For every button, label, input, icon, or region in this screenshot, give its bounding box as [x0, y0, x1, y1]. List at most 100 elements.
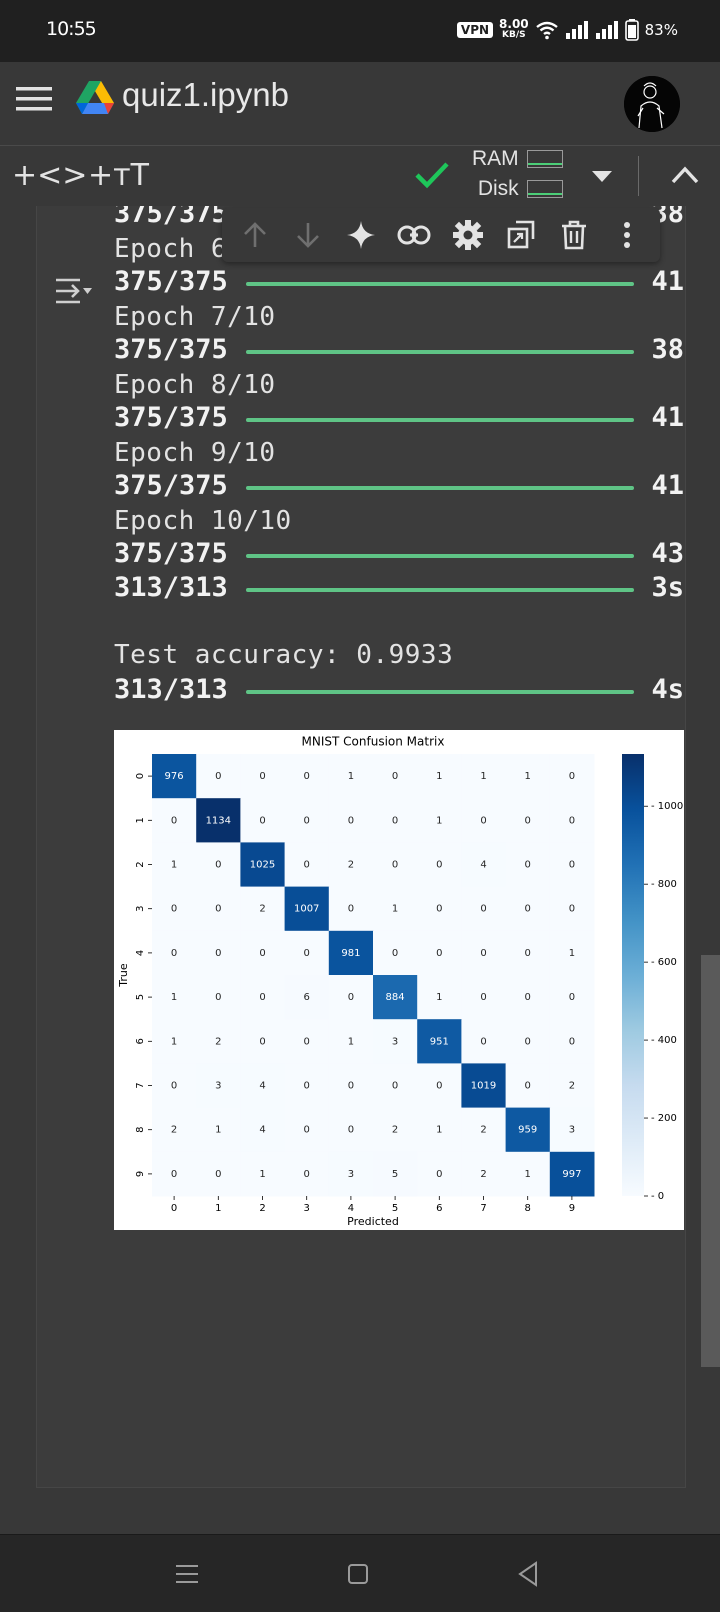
cell-value: 4 — [480, 860, 486, 871]
cell-value: 1 — [348, 1036, 354, 1047]
cell-value: 0 — [259, 1036, 265, 1047]
cell-value: 976 — [165, 771, 184, 782]
cell-value: 0 — [304, 1169, 310, 1180]
home-icon[interactable] — [341, 1557, 375, 1591]
system-nav-bar — [0, 1534, 720, 1612]
colorbar-tick-label: - 0 — [651, 1191, 664, 1202]
progress-line: 375/375 41 — [114, 470, 684, 504]
link-button[interactable] — [394, 215, 434, 255]
cell-value: 0 — [436, 904, 442, 915]
x-tick-label: 7 — [480, 1203, 486, 1214]
cell-value: 997 — [562, 1169, 581, 1180]
caret-down-icon[interactable] — [590, 168, 614, 184]
cell-value: 0 — [480, 815, 486, 826]
more-options-button[interactable] — [607, 215, 647, 255]
cell-value: 1 — [525, 1169, 531, 1180]
cell-value: 0 — [480, 948, 486, 959]
mirror-cell-button[interactable] — [501, 215, 541, 255]
network-speed: 8.00 KB/S — [499, 18, 529, 41]
recent-apps-icon[interactable] — [170, 1557, 204, 1591]
colorbar — [622, 754, 644, 1196]
menu-icon[interactable] — [16, 84, 52, 114]
confusion-matrix-chart: MNIST Confusion Matrix976 0 0 0 1 0 1 1 1 00 1134 0… — [117, 735, 683, 1229]
x-tick-label: 3 — [304, 1203, 310, 1214]
cell-value: 0 — [569, 992, 575, 1003]
cell-value: 0 — [304, 948, 310, 959]
cell-value: 0 — [171, 904, 177, 915]
progress-line: 313/313 4s — [114, 674, 684, 708]
cell-value: 0 — [171, 815, 177, 826]
move-down-button[interactable] — [288, 215, 328, 255]
progress-line: 375/375 41 — [114, 402, 684, 436]
gemini-button[interactable] — [341, 215, 381, 255]
avatar[interactable] — [624, 76, 680, 132]
y-tick-label: 5 — [135, 994, 146, 1000]
cell-value: 2 — [259, 904, 265, 915]
cell-value: 3 — [215, 1081, 221, 1092]
notebook-title[interactable]: quiz1.ipynb — [122, 76, 289, 114]
vertical-scrollbar[interactable] — [701, 955, 720, 1367]
progress-label: 375/375 — [114, 266, 228, 297]
trash-icon — [562, 220, 587, 250]
arrow-up-icon — [243, 222, 266, 247]
cell-value: 2 — [392, 1125, 398, 1136]
progress-bar — [246, 690, 634, 694]
cell-value: 2 — [569, 1081, 575, 1092]
back-icon[interactable] — [512, 1557, 546, 1591]
output-text-line: Epoch 9/10 — [114, 438, 276, 468]
app-header: quiz1.ipynb — [0, 62, 720, 146]
chevron-up-icon[interactable] — [670, 164, 700, 186]
cell-value: 0 — [525, 1036, 531, 1047]
notebook-content[interactable]: 375/375 38 Epoch 6/10 375/375 41 Epoch 7/10 37… — [0, 206, 720, 1534]
cell-value: 1 — [171, 1036, 177, 1047]
disk-label: Disk — [477, 177, 519, 200]
cell-value: 0 — [348, 904, 354, 915]
y-tick-label: 8 — [135, 1127, 146, 1133]
arrow-down-icon — [296, 223, 319, 248]
x-tick-label: 8 — [525, 1203, 531, 1214]
cell-value: 0 — [215, 1169, 221, 1180]
cell-value: 4 — [259, 1125, 265, 1136]
y-tick-label: 0 — [135, 773, 146, 779]
battery-percent: 83% — [644, 21, 678, 39]
output-text-line: Epoch 10/10 — [114, 506, 292, 536]
cell-value: 3 — [569, 1125, 575, 1136]
google-drive-icon — [76, 81, 114, 114]
y-tick-label: 1 — [135, 817, 146, 823]
colorbar-tick-label: - 600 — [651, 957, 677, 968]
cell-value: 959 — [518, 1125, 537, 1136]
cell-value: 0 — [215, 992, 221, 1003]
delete-cell-button[interactable] — [554, 215, 594, 255]
move-up-button[interactable] — [235, 215, 275, 255]
resource-indicator[interactable]: RAM Disk — [472, 146, 563, 204]
progress-label: 313/313 — [114, 572, 228, 603]
x-tick-label: 2 — [259, 1203, 265, 1214]
x-tick-label: 5 — [392, 1203, 398, 1214]
cell-value: 1 — [436, 815, 442, 826]
cell-value: 2 — [480, 1125, 486, 1136]
battery-icon — [624, 19, 639, 41]
progress-line: 375/375 43 — [114, 538, 684, 572]
ram-bar — [526, 150, 563, 168]
status-indicators: VPN 8.00 KB/S 83% — [456, 18, 678, 41]
status-time: 10:55 — [46, 18, 97, 40]
progress-bar — [246, 418, 634, 422]
progress-label: 375/375 — [114, 538, 228, 569]
cell-value: 0 — [569, 771, 575, 782]
output-toggle-icon[interactable] — [54, 274, 94, 308]
avatar-image — [624, 76, 680, 132]
cell-value: 1 — [171, 860, 177, 871]
progress-bar — [246, 554, 634, 558]
gear-icon — [452, 220, 483, 250]
add-text-button[interactable]: +тT — [88, 158, 149, 193]
x-tick-label: 4 — [348, 1203, 354, 1214]
progress-bar — [246, 486, 634, 490]
cell-value: 0 — [480, 992, 486, 1003]
progress-bar — [246, 588, 634, 592]
cell-value: 0 — [480, 1036, 486, 1047]
cell-value: 0 — [215, 771, 221, 782]
add-code-button[interactable]: +<> — [12, 158, 87, 193]
cell-value: 1 — [480, 771, 486, 782]
settings-button[interactable] — [448, 215, 488, 255]
cell-value: 1 — [259, 1169, 265, 1180]
